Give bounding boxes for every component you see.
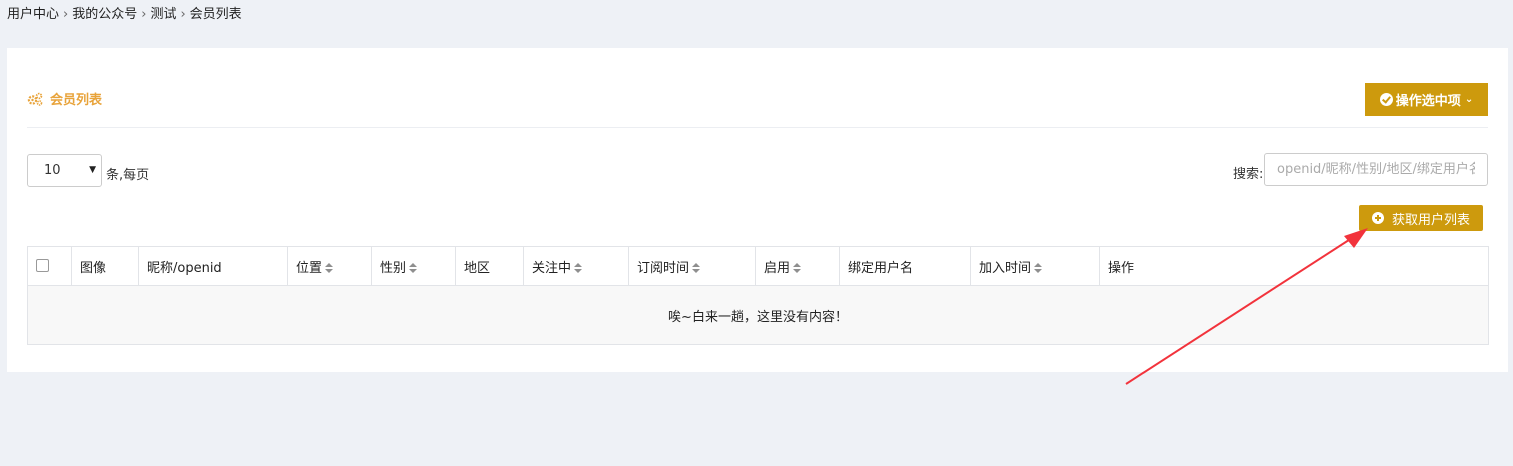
col-avatar-label: 图像	[80, 260, 107, 276]
col-enabled[interactable]: 启用	[755, 246, 840, 286]
chevron-down-icon: ⌄	[1464, 94, 1474, 105]
breadcrumb-item-user-center[interactable]: 用户中心	[7, 7, 59, 22]
sort-icon[interactable]	[793, 262, 802, 273]
operate-selected-button[interactable]: 操作选中项 ⌄	[1365, 83, 1488, 116]
panel-title: 会员列表	[27, 89, 102, 108]
breadcrumb-item-my-accounts[interactable]: 我的公众号	[72, 7, 137, 22]
plus-circle-icon	[1371, 212, 1384, 224]
member-table: 图像 昵称/openid 位置 性别 地区 关注中 订阅时间 启用 绑定用户名 …	[27, 246, 1489, 345]
dropdown-arrow-icon: ▼	[89, 165, 96, 175]
per-page-label: 条,每页	[106, 168, 150, 183]
member-list-panel: 会员列表 操作选中项 ⌄ 10 ▼ 条,每页 搜索: 获取用户列表 图像 昵称/…	[7, 48, 1508, 372]
breadcrumb: 用户中心 › 我的公众号 › 测试 › 会员列表	[7, 3, 242, 22]
col-location-label: 位置	[296, 260, 323, 276]
col-join-time-label: 加入时间	[979, 260, 1032, 276]
breadcrumb-item-member-list: 会员列表	[189, 7, 242, 22]
sort-icon[interactable]	[1034, 262, 1043, 273]
sort-icon[interactable]	[692, 262, 701, 273]
operate-selected-label: 操作选中项	[1395, 94, 1461, 109]
col-nickname-label: 昵称/openid	[147, 260, 222, 276]
col-gender-label: 性别	[380, 260, 407, 276]
gears-icon	[27, 92, 43, 106]
breadcrumb-item-test[interactable]: 测试	[150, 7, 176, 22]
col-avatar: 图像	[71, 246, 139, 286]
col-actions: 操作	[1099, 246, 1489, 286]
fetch-user-list-button[interactable]: 获取用户列表	[1359, 205, 1483, 231]
page-size-value: 10	[44, 163, 61, 178]
col-bound-username-label: 绑定用户名	[848, 260, 914, 276]
col-enabled-label: 启用	[764, 260, 791, 276]
col-region-label: 地区	[464, 260, 491, 276]
breadcrumb-separator: ›	[180, 7, 186, 22]
breadcrumb-separator: ›	[63, 7, 69, 22]
search-label: 搜索:	[1233, 167, 1264, 182]
col-subscribe-time[interactable]: 订阅时间	[628, 246, 756, 286]
page-size-select[interactable]: 10 ▼	[27, 154, 102, 187]
search-input[interactable]	[1264, 153, 1488, 186]
col-region: 地区	[455, 246, 524, 286]
col-bound-username: 绑定用户名	[839, 246, 971, 286]
sort-icon[interactable]	[325, 262, 334, 273]
empty-message: 唉~白来一趟，这里没有内容！	[27, 285, 1489, 345]
select-all-checkbox[interactable]	[36, 258, 49, 272]
col-location[interactable]: 位置	[287, 246, 372, 286]
breadcrumb-separator: ›	[141, 7, 147, 22]
table-header-row: 图像 昵称/openid 位置 性别 地区 关注中 订阅时间 启用 绑定用户名 …	[27, 246, 1489, 286]
sort-icon[interactable]	[574, 262, 583, 273]
col-following-label: 关注中	[532, 260, 572, 276]
divider	[27, 127, 1488, 128]
col-subscribe-time-label: 订阅时间	[637, 260, 690, 276]
panel-title-text: 会员列表	[50, 93, 103, 108]
fetch-user-list-label: 获取用户列表	[1391, 212, 1470, 228]
sort-icon[interactable]	[409, 262, 418, 273]
col-nickname: 昵称/openid	[138, 246, 288, 286]
col-following[interactable]: 关注中	[523, 246, 629, 286]
table-row: 唉~白来一趟，这里没有内容！	[27, 285, 1489, 345]
select-all-cell	[27, 246, 72, 286]
col-actions-label: 操作	[1108, 260, 1135, 276]
check-circle-icon	[1379, 93, 1393, 106]
col-join-time[interactable]: 加入时间	[970, 246, 1100, 286]
col-gender[interactable]: 性别	[371, 246, 456, 286]
